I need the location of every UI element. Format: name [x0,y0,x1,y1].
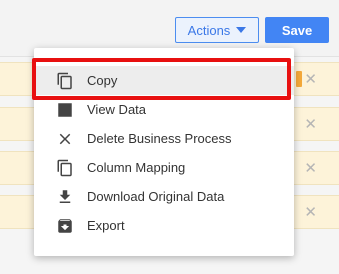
actions-label: Actions [187,22,231,38]
status-indicator [296,71,302,87]
close-icon[interactable]: ✕ [304,203,317,221]
copy-icon [57,159,72,177]
save-button[interactable]: Save [265,17,329,43]
menu-item-label: Delete Business Process [87,131,232,146]
menu-item-export[interactable]: Export [34,211,294,240]
menu-item-label: Export [87,218,125,233]
close-icon[interactable]: ✕ [304,70,317,88]
download-icon [59,190,71,203]
highlight-box [32,58,291,100]
export-icon [58,219,72,233]
actions-dropdown-button[interactable]: Actions [175,17,259,43]
menu-item-label: View Data [87,102,147,117]
menu-item-download-original-data[interactable]: Download Original Data [34,182,294,211]
close-icon[interactable]: ✕ [304,115,317,133]
menu-item-column-mapping[interactable]: Column Mapping [34,153,294,182]
menu-item-label: Download Original Data [87,189,225,204]
caret-down-icon [236,27,247,33]
menu-item-label: Column Mapping [87,160,186,175]
close-icon[interactable]: ✕ [304,159,317,177]
menu-item-delete-business-process[interactable]: Delete Business Process [34,124,294,153]
close-icon [59,133,71,145]
view-data-icon [58,103,72,117]
